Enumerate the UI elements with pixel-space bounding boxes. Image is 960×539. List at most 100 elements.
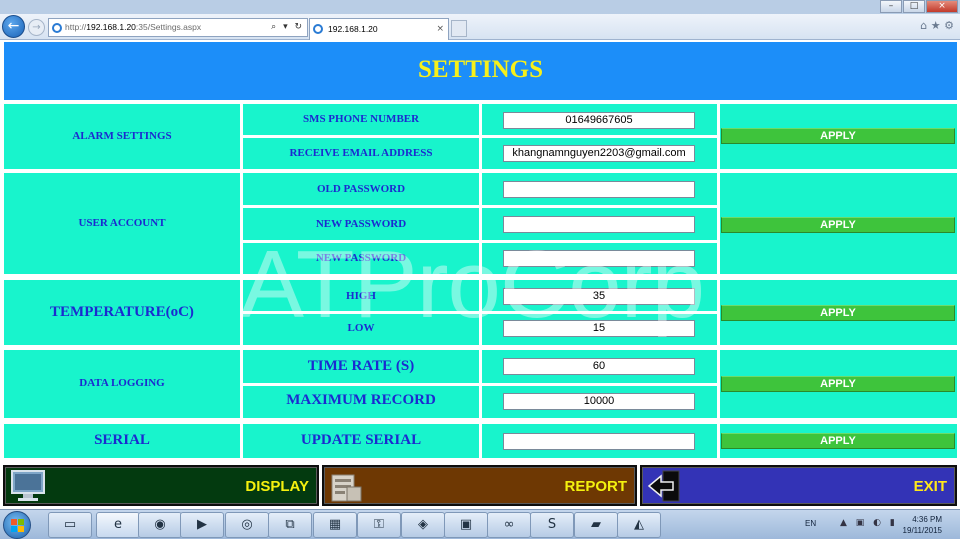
user-account-apply-button[interactable]: APPLY	[721, 217, 955, 233]
skype-taskbar-icon[interactable]: S	[530, 512, 574, 538]
system-tray-icons[interactable]: ▲ ▣ ◐ ▮	[840, 518, 898, 528]
serial-category-cell: SERIAL	[4, 424, 240, 458]
language-indicator[interactable]: EN	[805, 519, 816, 528]
close-window-button[interactable]: ×	[926, 0, 958, 13]
windows-logo-icon	[11, 519, 17, 525]
sms-phone-label: SMS PHONE NUMBER	[302, 113, 420, 125]
confirm-password-value-cell	[482, 243, 717, 274]
app-taskbar-icon-2[interactable]: ▦	[313, 512, 357, 538]
exit-door-icon	[647, 470, 680, 502]
explorer-taskbar-icon[interactable]: ▭	[48, 512, 92, 538]
low-label-cell: LOW	[243, 314, 479, 345]
app-taskbar-icon-4[interactable]: ▰	[574, 512, 618, 538]
start-button[interactable]	[3, 511, 31, 539]
new-password-label: NEW PASSWORD	[315, 218, 407, 230]
new-password-label-cell: NEW PASSWORD	[243, 208, 479, 240]
temperature-apply-button[interactable]: APPLY	[721, 305, 955, 321]
browser-tab-active[interactable]: 192.168.1.20 ×	[309, 18, 449, 40]
display-label: DISPLAY	[245, 478, 309, 495]
forward-button[interactable]: →	[28, 19, 45, 36]
sql-taskbar-icon[interactable]: ◈	[401, 512, 445, 538]
max-record-field[interactable]: 10000	[503, 393, 695, 410]
new-tab-button[interactable]	[451, 20, 467, 37]
high-temp-field[interactable]: 35	[503, 288, 695, 305]
email-field[interactable]: khangnamnguyen2203@gmail.com	[503, 145, 695, 162]
low-value-cell: 15	[482, 314, 717, 345]
high-value-cell: 35	[482, 280, 717, 311]
address-tools-icons[interactable]: ⌕ ▾ ↻	[271, 19, 304, 36]
window-title-strip: – □ ×	[0, 0, 960, 14]
alarm-category-label: ALARM SETTINGS	[72, 130, 172, 142]
user-account-category-label: USER ACCOUNT	[78, 217, 166, 229]
browser-tools-icons[interactable]: ⌂ ★ ⚙	[920, 19, 954, 32]
old-password-label-cell: OLD PASSWORD	[243, 173, 479, 205]
exit-label: EXIT	[913, 478, 947, 495]
window-controls: – □ ×	[880, 0, 958, 13]
ie-page-icon	[52, 23, 62, 33]
email-label-cell: RECEIVE EMAIL ADDRESS	[243, 138, 479, 169]
confirm-password-label: NEW PASSWORD	[315, 252, 407, 264]
temperature-category-label: TEMPERATURE(oC)	[50, 304, 194, 320]
low-temp-field[interactable]: 15	[503, 320, 695, 337]
user-account-category-cell: USER ACCOUNT	[4, 173, 240, 274]
visual-studio-taskbar-icon[interactable]: ∞	[487, 512, 531, 538]
time-rate-label: TIME RATE (S)	[307, 358, 415, 374]
old-password-label: OLD PASSWORD	[316, 183, 406, 195]
app-taskbar-icon-1[interactable]: ◎	[225, 512, 269, 538]
maximize-button[interactable]: □	[903, 0, 925, 13]
network-taskbar-icon[interactable]: ⧉	[268, 512, 312, 538]
time-rate-field[interactable]: 60	[503, 358, 695, 375]
alarm-category-cell: ALARM SETTINGS	[4, 104, 240, 169]
max-record-label: MAXIMUM RECORD	[286, 392, 436, 408]
max-record-value-cell: 10000	[482, 386, 717, 418]
alarm-apply-button[interactable]: APPLY	[721, 128, 955, 144]
back-button[interactable]: ←	[2, 15, 25, 38]
tab-close-icon[interactable]: ×	[436, 19, 444, 39]
high-label-cell: HIGH	[243, 280, 479, 311]
update-serial-field[interactable]	[503, 433, 695, 450]
mod-taskbar-icon[interactable]: ▣	[444, 512, 488, 538]
email-value-cell: khangnamnguyen2203@gmail.com	[482, 138, 717, 169]
old-password-field[interactable]	[503, 181, 695, 198]
report-button[interactable]: REPORT	[322, 465, 637, 506]
serial-category-label: SERIAL	[94, 432, 150, 448]
new-password-field[interactable]	[503, 216, 695, 233]
report-label: REPORT	[564, 478, 627, 495]
data-logging-apply-button[interactable]: APPLY	[721, 376, 955, 392]
url-host: 192.168.1.20	[86, 22, 136, 32]
settings-banner: SETTINGS	[4, 42, 957, 100]
settings-page: SETTINGS ALARM SETTINGS SMS PHONE NUMBER…	[0, 40, 960, 509]
sms-label-cell: SMS PHONE NUMBER	[243, 104, 479, 135]
confirm-password-label-cell: NEW PASSWORD	[243, 243, 479, 274]
pdf-taskbar-icon[interactable]: ◭	[617, 512, 661, 538]
data-logging-category-cell: DATA LOGGING	[4, 350, 240, 418]
firefox-taskbar-icon[interactable]: ◉	[138, 512, 182, 538]
clock[interactable]: 4:36 PM 19/11/2015	[903, 514, 942, 536]
url-prefix: http://	[65, 22, 87, 32]
update-serial-label-cell: UPDATE SERIAL	[243, 424, 479, 458]
url-path: :35/Settings.aspx	[135, 22, 202, 32]
ie-tab-icon	[313, 24, 323, 34]
exit-button[interactable]: EXIT	[640, 465, 957, 506]
page-title: SETTINGS	[417, 56, 544, 83]
clock-date: 19/11/2015	[902, 526, 942, 535]
update-serial-value-cell	[482, 424, 717, 458]
app-taskbar-icon-3[interactable]: ⚿	[357, 512, 401, 538]
media-player-taskbar-icon[interactable]: ▶	[180, 512, 224, 538]
time-rate-value-cell: 60	[482, 350, 717, 383]
serial-apply-button[interactable]: APPLY	[721, 433, 955, 449]
address-bar[interactable]: http://192.168.1.20:35/Settings.aspx ⌕ ▾…	[48, 18, 308, 37]
clock-time: 4:36 PM	[912, 515, 942, 524]
sms-phone-field[interactable]: 01649667605	[503, 112, 695, 129]
taskbar: ▭ e ◉ ▶ ◎ ⧉ ▦ ⚿ ◈ ▣ ∞ S ▰ ◭ EN ▲ ▣ ◐ ▮ 4…	[0, 509, 960, 539]
update-serial-label: UPDATE SERIAL	[300, 432, 422, 448]
confirm-password-field[interactable]	[503, 250, 695, 267]
internet-explorer-taskbar-icon[interactable]: e	[96, 512, 140, 538]
high-temp-label: HIGH	[346, 290, 376, 302]
minimize-button[interactable]: –	[880, 0, 902, 13]
report-icon	[331, 474, 362, 502]
display-button[interactable]: DISPLAY	[3, 465, 319, 506]
temperature-category-cell: TEMPERATURE(oC)	[4, 280, 240, 345]
data-logging-category-label: DATA LOGGING	[79, 377, 165, 389]
time-rate-label-cell: TIME RATE (S)	[243, 350, 479, 383]
